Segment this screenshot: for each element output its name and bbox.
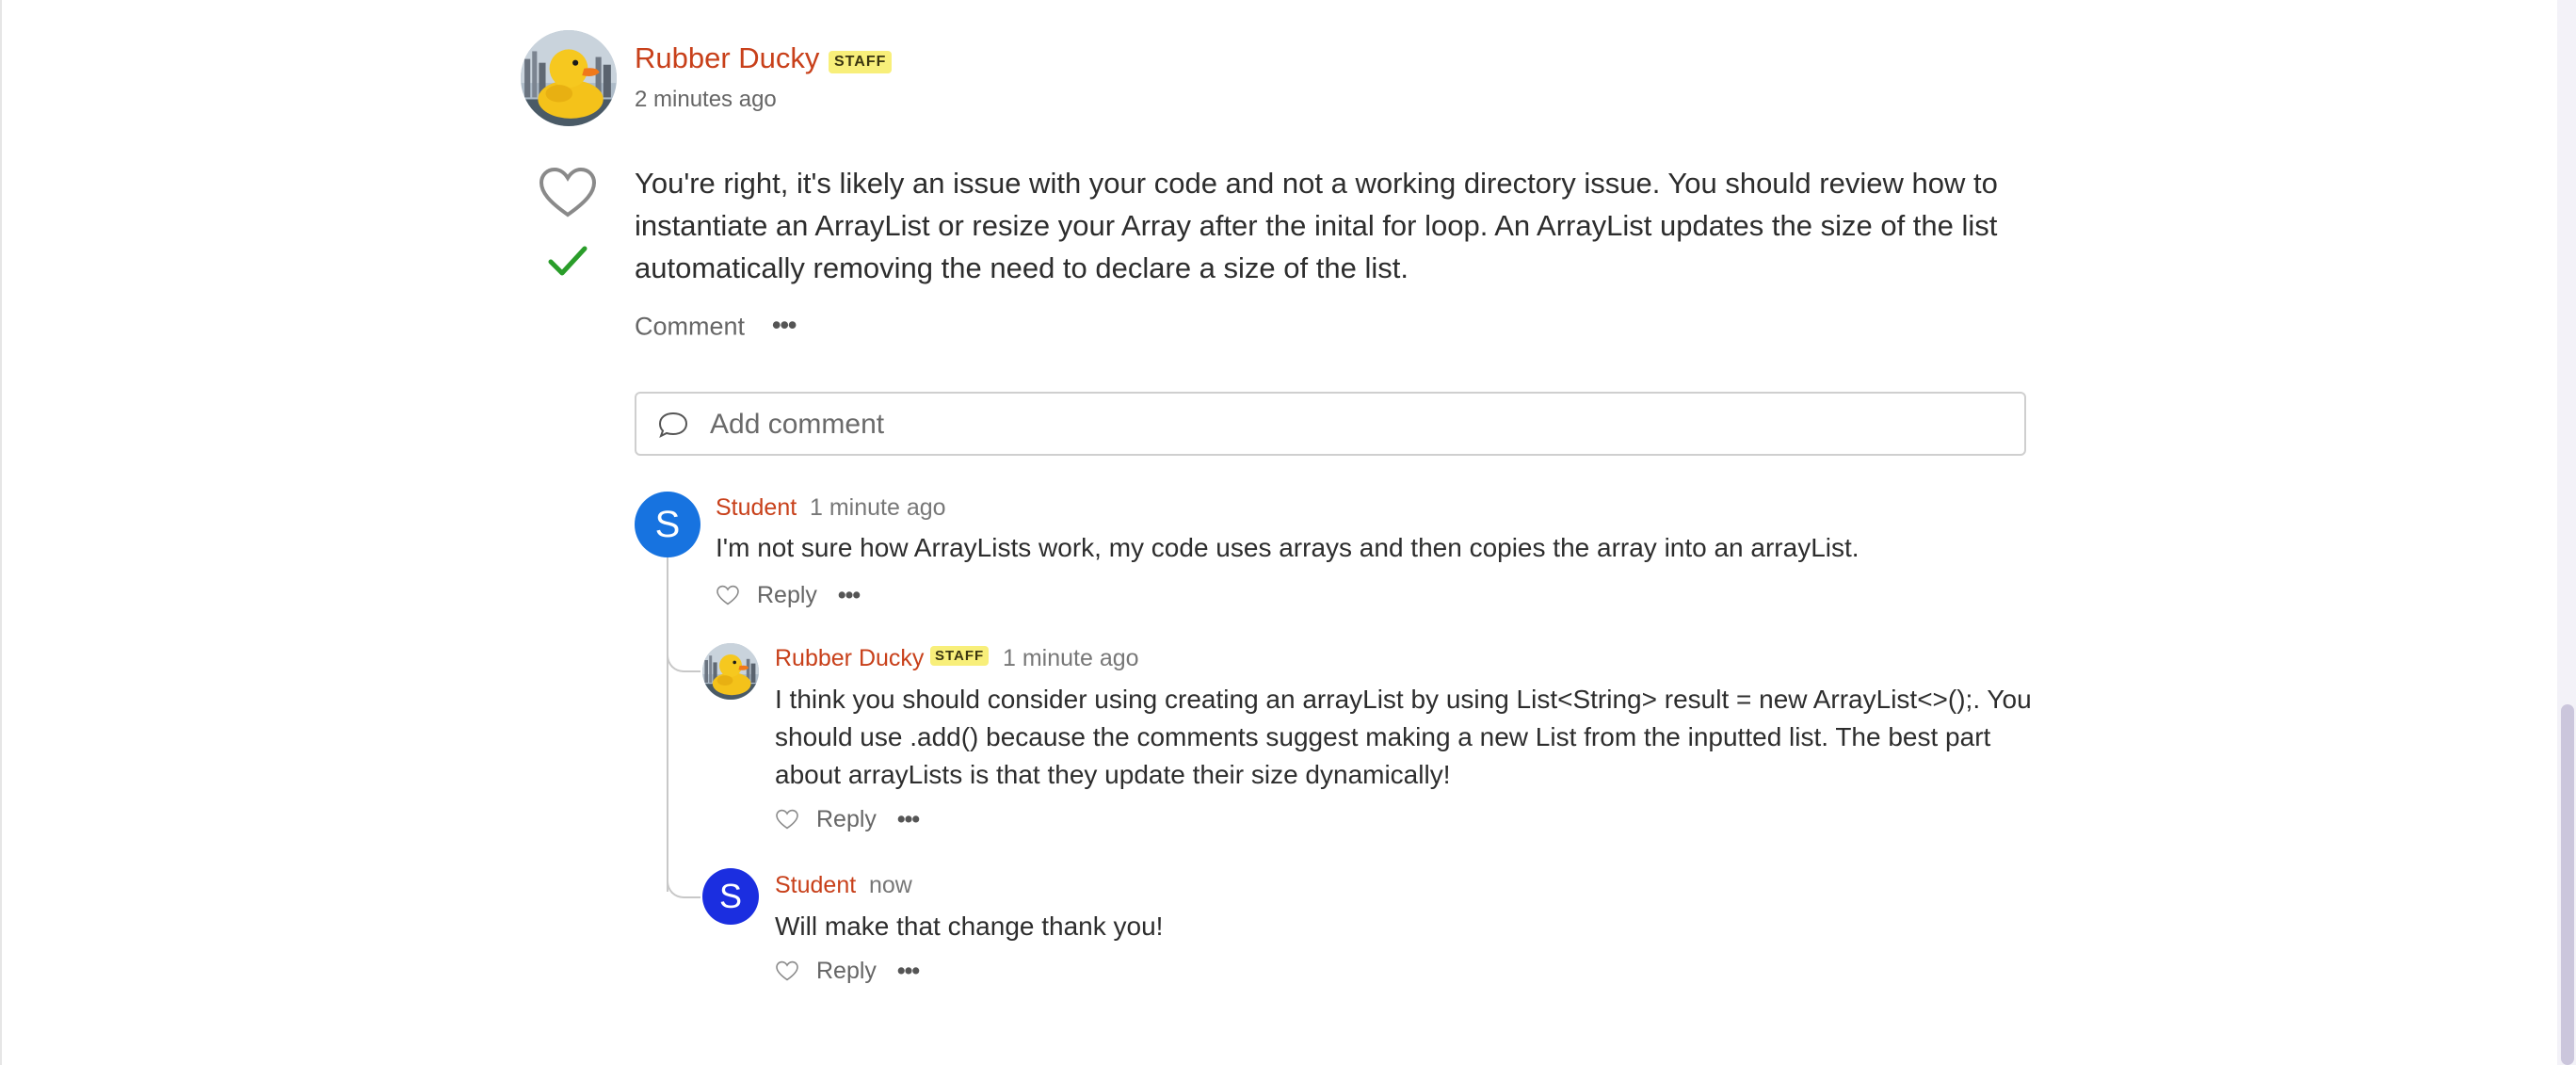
rubber-ducky-avatar[interactable] [702,643,759,700]
thread-line [667,556,668,892]
comment-more-button[interactable]: ••• [897,958,920,984]
reply-button[interactable]: Reply [757,582,817,608]
like-heart-icon[interactable] [538,166,598,218]
student-avatar[interactable]: S [635,492,700,557]
comment-actions: Reply ••• [775,805,920,833]
comment-more-button[interactable]: ••• [838,582,861,608]
endorsed-check-icon [548,246,588,276]
like-heart-icon[interactable] [716,585,740,605]
comment-author-name[interactable]: Student [775,872,856,899]
comment-button[interactable]: Comment [635,311,745,341]
add-comment-input[interactable]: Add comment [635,392,2026,456]
reply-button[interactable]: Reply [816,806,877,832]
comment-body: I think you should consider using creati… [775,685,2032,789]
thread-branch [667,633,700,672]
like-heart-icon[interactable] [775,960,799,981]
post-body: You're right, it's likely an issue with … [635,167,1998,284]
reply-button[interactable]: Reply [816,958,877,984]
student-avatar[interactable]: S [702,868,759,925]
comment-more-button[interactable]: ••• [897,806,920,832]
comment-author-name[interactable]: Student [716,494,797,522]
scrollbar-track[interactable] [2557,0,2576,1065]
comment-timestamp: 1 minute ago [810,494,946,521]
scrollbar-thumb[interactable] [2561,704,2574,1065]
comment-actions: Reply ••• [775,957,920,985]
left-border [0,0,2,1065]
like-heart-icon[interactable] [775,809,799,830]
post-timestamp: 2 minutes ago [635,87,777,112]
comment-body: Will make that change thank you! [775,912,1164,941]
rubber-ducky-avatar[interactable] [521,30,617,126]
comment-timestamp: 1 minute ago [1003,645,1139,671]
post-author-name[interactable]: Rubber Ducky [635,41,819,75]
comment-body: I'm not sure how ArrayLists work, my cod… [716,533,1860,562]
thread-branch [667,861,700,898]
staff-badge: STAFF [930,646,990,666]
add-comment-placeholder: Add comment [710,409,885,440]
post-more-button[interactable]: ••• [772,311,797,340]
staff-badge: STAFF [829,51,893,73]
comment-bubble-icon [658,411,688,439]
comment-author-name[interactable]: Rubber Ducky [775,645,924,672]
comment-timestamp: now [869,872,912,898]
comment-actions: Reply ••• [716,581,861,609]
